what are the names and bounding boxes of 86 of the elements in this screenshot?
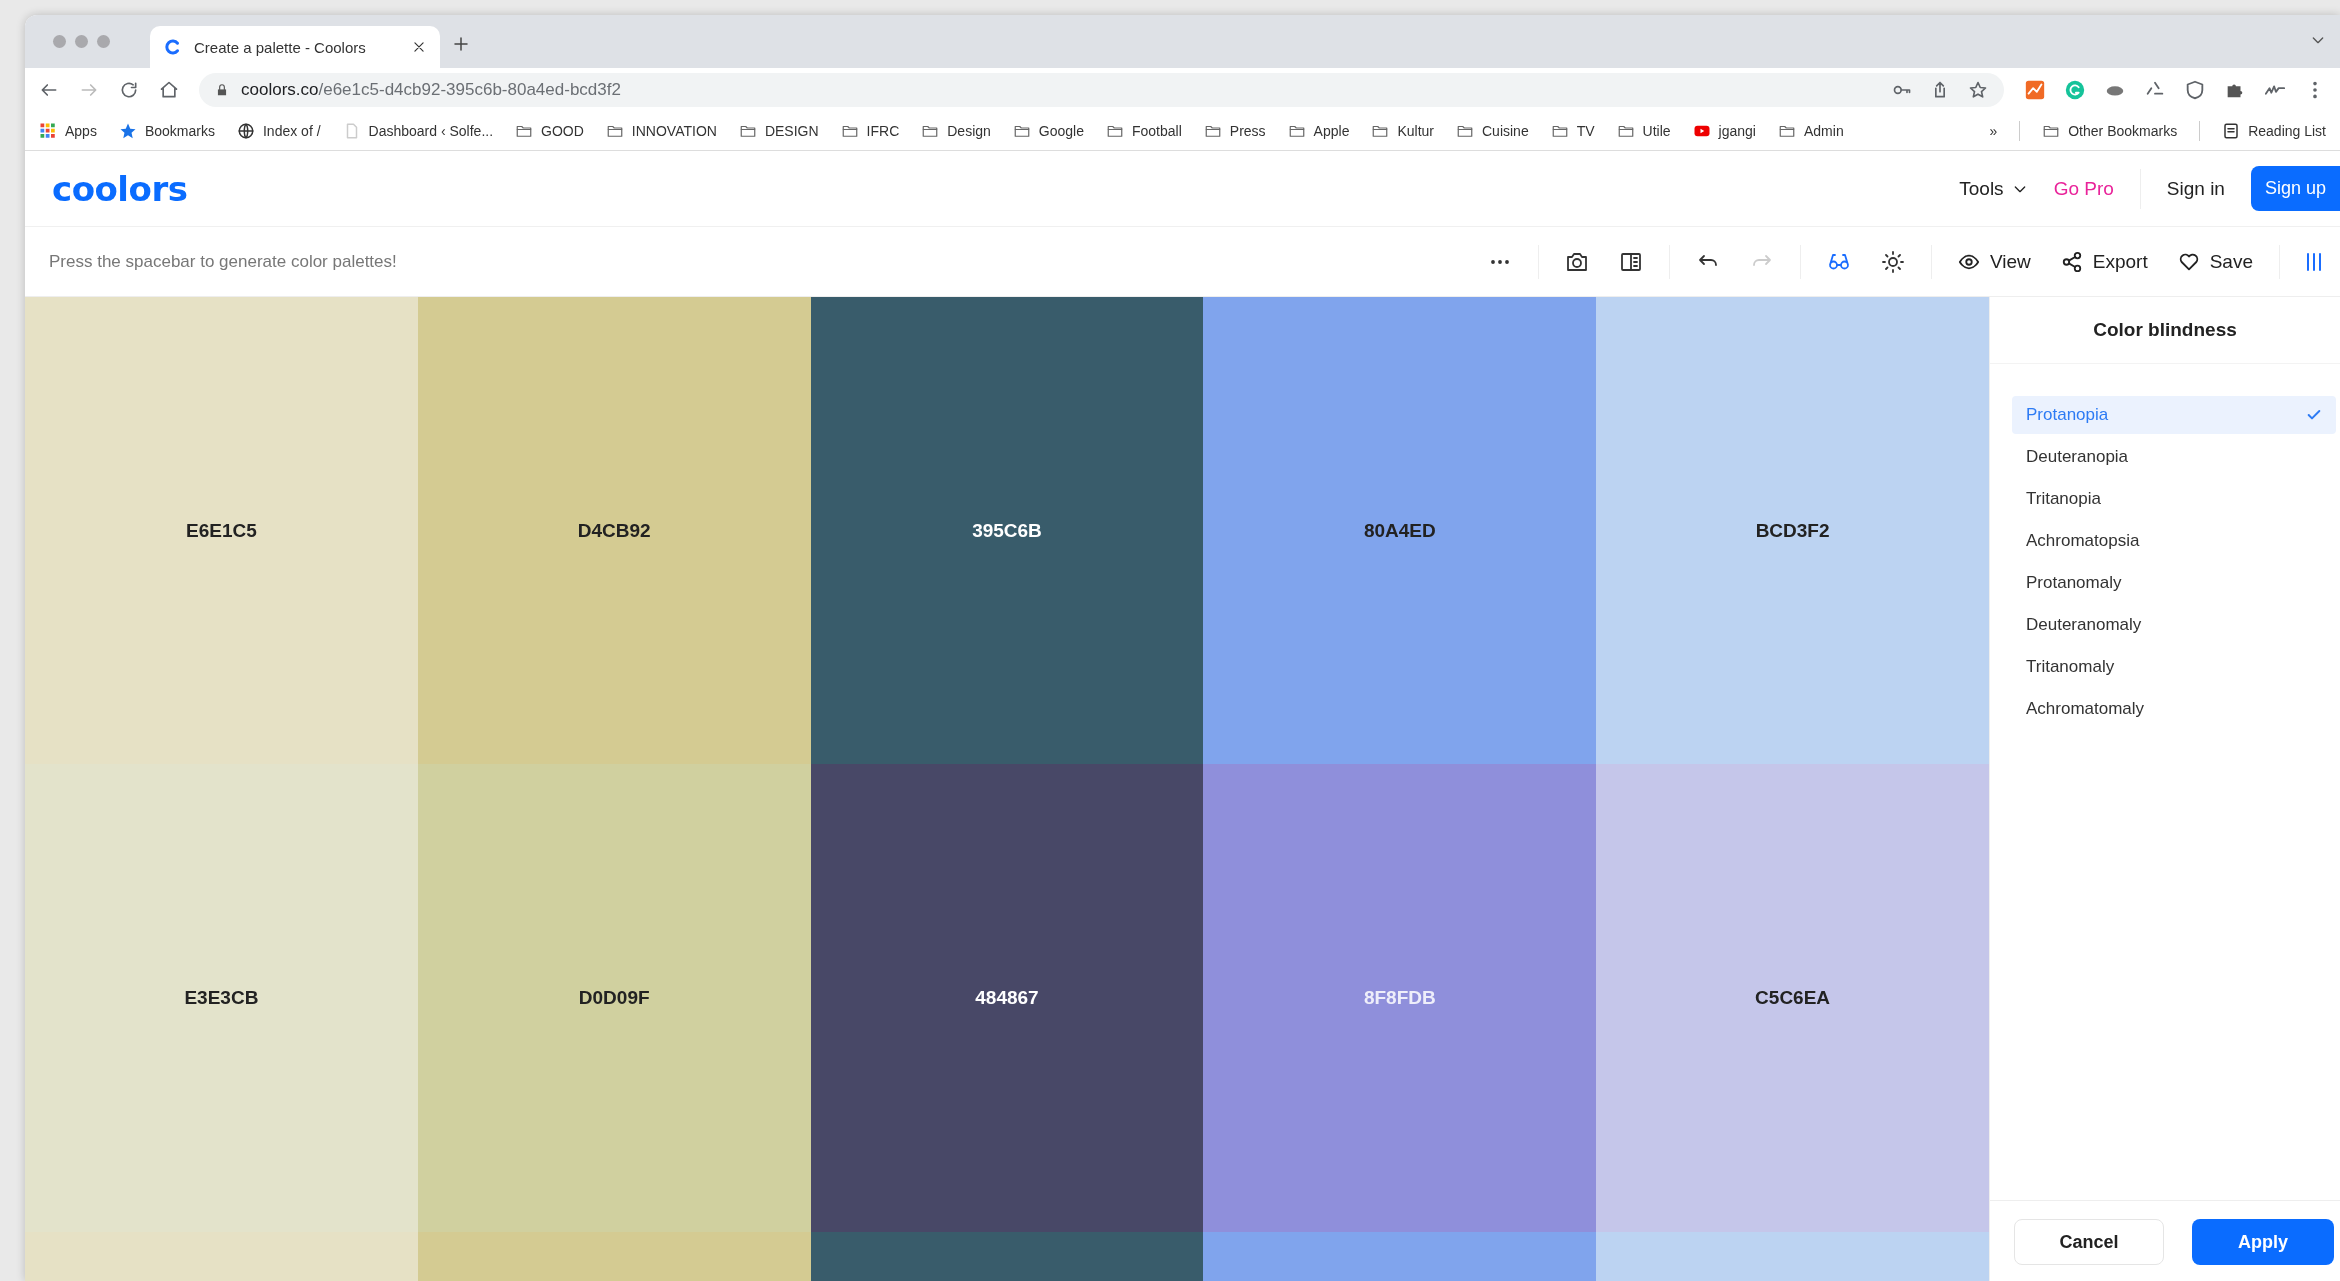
option-item[interactable]: Deuteranopia [2012,438,2336,476]
hex-code: BCD3F2 [1755,519,1830,542]
window-control-dot[interactable] [53,35,66,48]
apply-button[interactable]: Apply [2192,1219,2334,1265]
coolors-logo[interactable]: coolors [52,168,188,209]
bookmark-item[interactable]: Dashboard ‹ Solfe... [342,122,494,140]
option-item[interactable]: Tritanomaly [2012,648,2336,686]
bookmark-item[interactable]: GOOD [515,122,584,140]
color-swatch[interactable]: E3E3CB [25,764,418,1232]
window-control-dot[interactable] [75,35,88,48]
export-button[interactable]: Export [2056,246,2152,277]
hex-code: D0D09F [578,987,650,1009]
go-pro-link[interactable]: Go Pro [2053,177,2114,200]
bookmarks-overflow[interactable]: » [1989,123,1998,139]
cancel-button[interactable]: Cancel [2014,1219,2164,1265]
option-item[interactable]: Deuteranomaly [2012,606,2336,644]
hex-code: 484867 [975,987,1039,1009]
letter-c-favicon-icon [164,38,182,56]
hint-text: Press the spacebar to generate color palettes! [49,251,397,272]
star-icon[interactable] [118,122,137,140]
bookmark-item[interactable]: Apps [39,122,97,140]
list-box-icon [2222,122,2241,140]
color-swatch[interactable] [417,1232,811,1281]
sign-up-button[interactable]: Sign up [2250,166,2340,211]
url-text: coolors.co/e6e1c5-d4cb92-395c6b-80a4ed-bcd3f2 [241,80,622,100]
color-swatch[interactable] [1203,1232,1597,1281]
option-item[interactable]: Protanomaly [2012,564,2336,602]
hex-code: E3E3CB [184,987,259,1009]
other-bookmarks-item[interactable]: Other Bookmarks [2042,122,2178,140]
bookmark-item[interactable]: Football [1106,122,1182,140]
hex-code: 8F8FDB [1363,987,1436,1009]
apps-grid-icon[interactable] [39,122,57,140]
hex-code: C5C6EA [1755,987,1831,1009]
bookmark-item[interactable]: Press [1203,122,1266,140]
globe-icon[interactable] [236,122,255,140]
color-swatch[interactable]: D4CB92 [417,297,811,764]
color-swatch[interactable] [810,1232,1204,1281]
bookmark-item[interactable]: Cuisine [1456,122,1529,140]
color-swatch[interactable] [25,1232,418,1281]
bookmark-item[interactable]: Apple [1287,122,1350,140]
close-icon[interactable] [412,40,426,54]
hex-code: E6E1C5 [186,519,257,542]
color-swatch[interactable]: D0D09F [417,764,811,1232]
view-button[interactable]: View [1953,246,2035,277]
option-item[interactable]: Achromatomaly [2012,690,2336,728]
sign-in-link[interactable]: Sign in [2166,177,2225,200]
tools-menu[interactable]: Tools [1959,177,2028,200]
bookmark-item[interactable]: Admin [1778,122,1844,140]
plus-icon[interactable] [452,34,470,53]
color-swatch[interactable] [1596,1232,1989,1281]
option-item[interactable]: Tritanopia [2012,480,2336,518]
shield-extension-icon[interactable] [2184,79,2206,101]
bookmark-item[interactable]: Index of / [236,122,321,140]
home-icon[interactable] [159,80,179,100]
color-swatch[interactable]: 80A4ED [1203,297,1597,764]
window-control-dot[interactable] [97,35,110,48]
bookmark-item[interactable]: Bookmarks [118,122,215,140]
color-swatch[interactable]: 484867 [810,764,1204,1232]
share-nodes-icon [2060,250,2083,273]
color-swatch[interactable]: 395C6B [810,297,1204,764]
lock-icon [215,83,229,97]
address-bar[interactable]: coolors.co/e6e1c5-d4cb92-395c6b-80a4ed-bcd3f2 [199,73,2004,107]
panel-title: Color blindness [2093,319,2237,341]
bookmark-item[interactable]: Google [1012,122,1084,140]
bookmark-item[interactable]: IFRC [840,122,900,140]
hex-code: 395C6B [972,519,1042,542]
color-swatch[interactable]: BCD3F2 [1596,297,1989,764]
color-swatch[interactable]: C5C6EA [1596,764,1989,1232]
option-item[interactable]: Protanopia [2012,396,2336,434]
color-swatch[interactable]: E6E1C5 [25,297,418,764]
bookmark-item[interactable]: TV [1550,122,1595,140]
browser-tab[interactable]: Create a palette - Coolors [150,26,440,68]
chart-extension-icon[interactable] [2024,79,2046,101]
bookmark-item[interactable]: DESIGN [738,122,819,140]
bookmark-item[interactable]: INNOVATION [605,122,717,140]
bookmark-item[interactable]: Utile [1616,122,1671,140]
hex-code: D4CB92 [577,519,651,542]
bookmark-item[interactable]: Design [921,122,991,140]
reload-icon[interactable] [119,80,139,100]
save-button[interactable]: Save [2173,246,2257,277]
option-item[interactable]: Achromatopsia [2012,522,2336,560]
reading-list-item[interactable]: Reading List [2222,122,2326,140]
hex-code: 80A4ED [1363,519,1436,542]
bookmark-item[interactable]: jgangi [1692,122,1756,140]
star-outline-icon[interactable] [1968,80,1988,100]
bookmark-item[interactable]: Kultur [1371,122,1434,140]
